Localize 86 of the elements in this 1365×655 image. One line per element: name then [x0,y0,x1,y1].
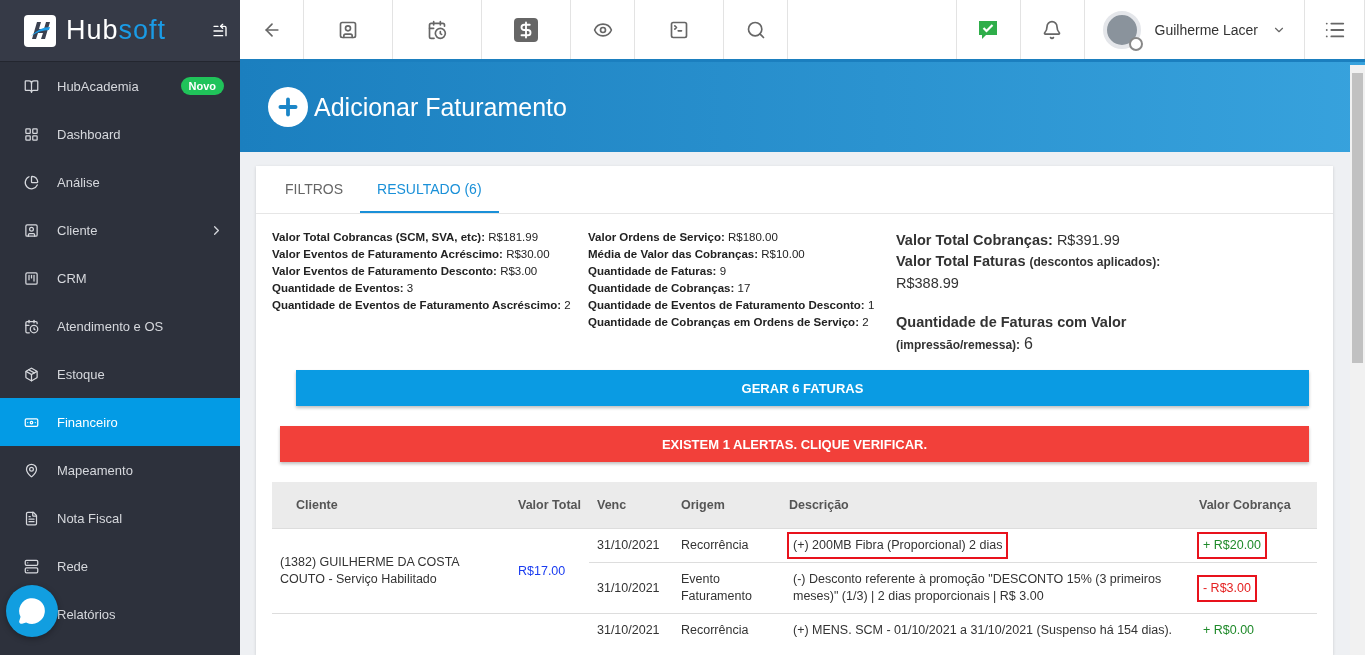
sidebar-item[interactable]: Nota Fiscal [0,494,240,542]
table-cell: Recorrência [681,623,749,637]
table-cell: 31/10/2021 [597,538,660,552]
map-pin-icon [24,462,39,478]
table-cell: (1382) GUILHERME DA COSTA COUTO - Serviço Habilitado [280,555,459,586]
new-badge: Novo [180,77,224,95]
contact-icon [338,19,358,40]
column-header: Descrição [781,482,1191,529]
table-cell: - R$3.00 [1199,576,1255,600]
sidebar-label: Dashboard [57,126,122,142]
tab[interactable]: FILTROS [268,166,361,213]
table-cell: R$17.00 [518,563,566,578]
calendar-clock-icon [24,318,39,334]
stat-text: Quantidade de Cobranças em Ordens de Serviço: 2 [588,315,869,330]
sidebar-item[interactable]: Análise [0,158,240,206]
alerts-button[interactable]: EXISTEM 1 ALERTAS. CLIQUE VERIFICAR. [280,426,1309,462]
stat-text: Quantidade de Faturas: 9 [588,264,727,279]
stat-text: Média de Valor das Cobranças: R$10.00 [588,247,805,262]
search-icon [745,19,766,40]
table-cell: Recorrência [681,538,749,552]
dollar-icon [514,17,538,42]
document-icon [24,510,39,526]
sidebar-label: Atendimento e OS [57,318,165,334]
stat-text: Valor Eventos de Faturamento Desconto: R$3.00 [272,264,538,279]
sidebar-item[interactable]: Cliente [0,206,240,254]
table-cell-text: + R$0.00 [1202,622,1256,639]
sidebar-label: Análise [57,174,101,190]
column-header: Cliente [272,482,510,529]
kanban-icon [24,270,39,286]
table-cell: 31/10/2021 [597,580,660,595]
user-menu[interactable]: Guilherme Lacer [1084,0,1305,59]
column-header: Valor Cobrança [1191,482,1317,529]
stat-text: Quantidade de Eventos de Faturamento Desconto: 1 [588,298,875,313]
table-cell: + R$20.00 [1199,534,1266,557]
column-header: Origem [673,482,781,529]
logo-icon [24,14,56,47]
sidebar-item[interactable]: CRM [0,254,240,302]
calendar-clock-icon [427,19,447,40]
stat-text: Valor Total Cobrancas (SCM, SVA, etc): R$181.99 [272,230,539,245]
page-title: Adicionar Faturamento [314,92,567,122]
column-header: Venc [589,482,673,529]
sidebar-label: Mapeamento [57,462,134,478]
stat-text: Quantidade de Eventos: 3 [272,281,414,296]
collapse-menu-icon[interactable] [212,22,228,39]
sidebar-label: Financeiro [57,414,119,430]
stat-text: Quantidade de Eventos de Faturamento Ascréscimo: 2 [272,298,571,313]
contact-icon [24,222,39,238]
sidebar-label: Estoque [57,366,106,382]
sidebar-label: Nota Fiscal [57,510,124,526]
sidebar-item[interactable]: Dashboard [0,110,240,158]
table-cell: Evento Faturamento [681,572,752,603]
server-icon [24,558,39,574]
grid-icon [24,126,39,142]
summary-text: Quantidade de Faturas com Valor (impressão/remessa): 6 [896,313,1128,354]
chat-check-icon [977,18,999,41]
sidebar-label: Cliente [57,222,99,238]
chat-bubble-icon [18,597,46,625]
sidebar-item[interactable]: Atendimento e OS [0,302,240,350]
status-icon [1128,36,1143,51]
sidebar-item[interactable]: Mapeamento [0,446,240,494]
brand-name: Hubsoft [66,15,168,46]
sidebar-label: Rede [57,558,90,574]
sidebar-label: Relatórios [57,606,117,622]
summary-text: Valor Total Cobranças: R$391.99 [896,231,1120,250]
column-header: Valor Total [510,482,589,529]
box-icon [24,366,39,382]
tab[interactable]: RESULTADO (6) [360,166,499,213]
summary-text: Valor Total Faturas (descontos aplicados): R$388.99 [896,252,1162,293]
sidebar-item[interactable]: Rede [0,542,240,590]
sidebar-label: HubAcademia [57,78,140,94]
add-icon [268,87,308,127]
bell-icon [1042,19,1062,40]
pie-chart-icon [24,174,39,190]
stat-text: Valor Ordens de Serviço: R$180.00 [588,230,778,245]
user-name: Guilherme Lacer [1154,21,1258,38]
stat-text: Valor Eventos de Faturamento Acréscimo: R$30.00 [272,247,550,262]
table-cell-text: (+) MENS. SCM - 01/10/2021 a 31/10/2021 (Suspenso há 154 dias). [792,622,1174,639]
sidebar-item[interactable]: Estoque [0,350,240,398]
book-icon [24,78,39,94]
table-cell: 31/10/2021 [597,623,660,637]
terminal-icon [669,19,689,40]
table-cell: (+) 200MB Fibra (Proporcional) 2 dias [789,534,1007,557]
sidebar-label: CRM [57,270,88,286]
stat-text: Quantidade de Cobranças: 17 [588,281,751,296]
sidebar-item[interactable]: HubAcademia Novo [0,62,240,110]
table-cell-text: (-) Desconto referente à promoção "DESCONTO 15% (3 primeiros meses)" (1/3) | 2 dias proporcionais | R$ 3.00 [792,571,1163,605]
